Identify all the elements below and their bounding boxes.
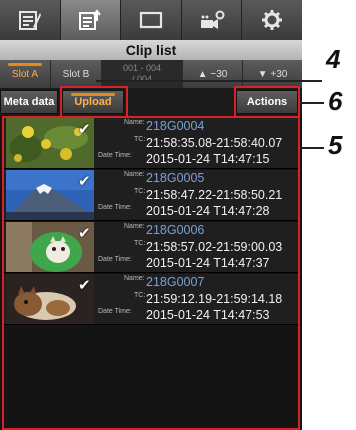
tab-clip-list[interactable] bbox=[0, 0, 61, 40]
callout-box-clip-list bbox=[2, 116, 300, 430]
callout-line-4 bbox=[96, 80, 322, 82]
next-page-button[interactable]: ▼ +30 bbox=[243, 60, 302, 88]
callout-line-6 bbox=[300, 102, 324, 104]
callout-number-5: 5 bbox=[328, 130, 343, 160]
upload-list-icon bbox=[79, 9, 102, 30]
tab-settings[interactable] bbox=[242, 0, 302, 40]
gear-icon bbox=[262, 10, 283, 30]
slot-bar: Slot A Slot B 001 - 004 / 004 ▲ −30 ▼ +3… bbox=[0, 60, 302, 88]
prev-page-button[interactable]: ▲ −30 bbox=[183, 60, 242, 88]
meta-data-button[interactable]: Meta data bbox=[0, 90, 58, 114]
callout-box-actions bbox=[234, 86, 300, 118]
range-top: 001 - 004 bbox=[122, 63, 162, 73]
tab-bar bbox=[0, 0, 302, 40]
camera-settings-icon bbox=[200, 10, 225, 29]
tab-upload-list[interactable] bbox=[60, 0, 122, 40]
callout-number-6: 6 bbox=[328, 86, 343, 116]
monitor-icon bbox=[139, 11, 163, 29]
page-title: Clip list bbox=[0, 40, 302, 60]
slot-a-button[interactable]: Slot A bbox=[0, 60, 50, 88]
clip-list-icon bbox=[18, 11, 41, 30]
tab-camera-settings[interactable] bbox=[182, 0, 243, 40]
callout-box-upload bbox=[60, 86, 128, 118]
slot-b-button[interactable]: Slot B bbox=[51, 60, 101, 88]
clip-range-indicator: 001 - 004 / 004 bbox=[102, 60, 182, 88]
tab-monitor[interactable] bbox=[121, 0, 182, 40]
callout-line-5 bbox=[300, 147, 324, 149]
callout-number-4: 4 bbox=[326, 44, 341, 74]
